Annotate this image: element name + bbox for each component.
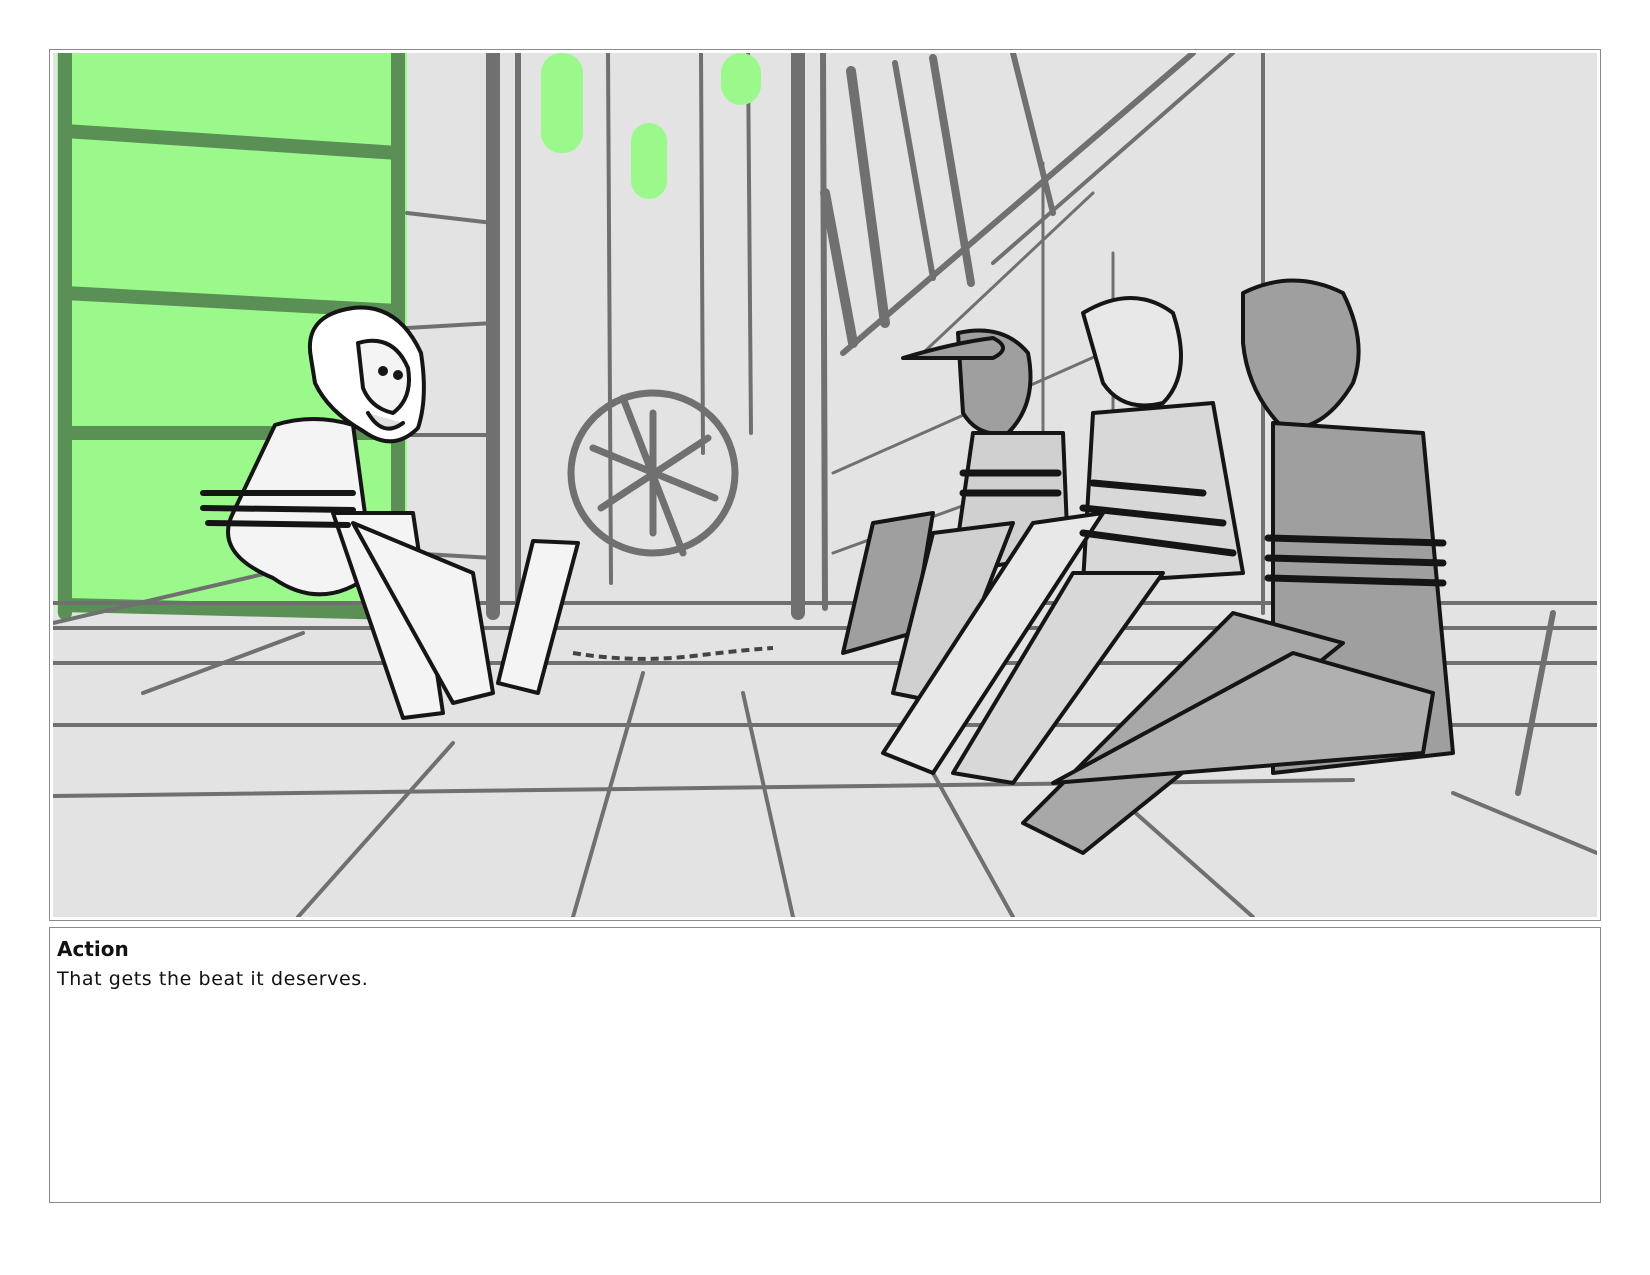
notes-heading: Action <box>57 937 129 961</box>
notes-body: That gets the beat it deserves. <box>57 968 369 990</box>
storyboard-sketch <box>53 53 1597 917</box>
action-notes: Action That gets the beat it deserves. <box>49 927 1601 1203</box>
storyboard-panel <box>49 49 1601 921</box>
